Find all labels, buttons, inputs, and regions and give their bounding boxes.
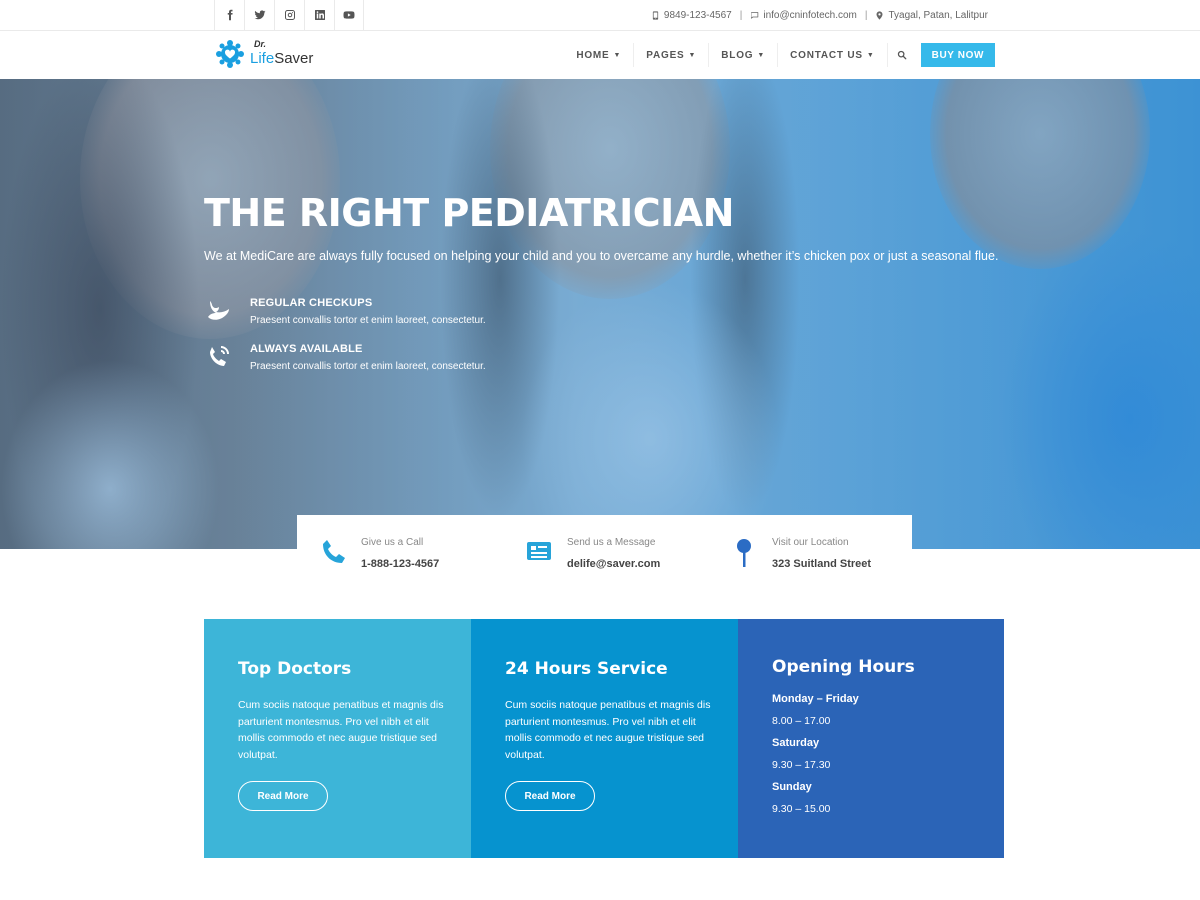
logo-dr: Dr. [254,39,267,49]
facebook-icon[interactable] [214,0,244,30]
message-icon [527,542,551,560]
site-logo[interactable]: Dr. LifeSaver [215,39,328,69]
top-address: Tyagal, Patan, Lalitpur [875,10,988,21]
box-title: Top Doctors [238,659,352,679]
twitter-icon[interactable] [244,0,274,30]
phone-ring-icon [210,346,229,366]
feature-regular-checkups: REGULAR CHECKUPS Praesent convallis tort… [204,297,486,326]
phone-icon [652,10,659,20]
checkup-icon [208,301,229,320]
logo-name: LifeSaver [250,50,313,67]
message-label: Send us a Message [567,537,656,548]
nav-home[interactable]: HOME ▼ [564,43,633,67]
logo-name-part2: Saver [274,50,314,67]
box-text: Cum sociis natoque penatibus et magnis d… [238,699,444,761]
chevron-down-icon: ▼ [757,51,766,59]
nav-blog-label: BLOG [721,49,754,61]
hero-content: THE RIGHT PEDIATRICIAN We at MediCare ar… [204,191,1004,372]
nav-blog[interactable]: BLOG ▼ [708,43,777,67]
logo-mark-icon [216,40,244,68]
logo-name-part1: Life [250,50,275,67]
chevron-down-icon: ▼ [613,51,622,59]
feature-always-available: ALWAYS AVAILABLE Praesent convallis tort… [204,343,486,372]
nav-home-label: HOME [576,49,610,61]
logo-text: Dr. LifeSaver [248,39,328,69]
divider: | [864,9,868,21]
top-phone[interactable]: 9849-123-4567 [651,10,732,21]
message-value: delife@saver.com [567,558,661,570]
hours-time: 9.30 – 17.30 [772,759,831,771]
top-bar: 9849-123-4567 | info@cninfotech.com | Ty… [0,0,1200,31]
youtube-icon[interactable] [334,0,364,30]
call-value: 1-888-123-4567 [361,558,440,570]
search-button[interactable] [886,43,917,67]
feature-title: ALWAYS AVAILABLE [250,343,363,355]
contact-strip: Give us a Call 1-888-123-4567 Send us a … [297,515,912,585]
feature-text: Praesent convallis tortor et enim laoree… [250,361,486,372]
hours-day: Monday – Friday [772,693,859,705]
instagram-icon[interactable] [274,0,304,30]
feature-title: REGULAR CHECKUPS [250,297,373,309]
service-box: 24 Hours Service Cum sociis natoque pena… [471,619,738,858]
social-links [214,0,364,30]
nav-contact[interactable]: CONTACT US ▼ [777,43,887,67]
contact-message[interactable]: Send us a Message delife@saver.com [525,515,715,585]
divider: | [739,9,743,21]
box-title: Opening Hours [772,657,915,677]
location-label: Visit our Location [772,537,849,548]
nav-pages-label: PAGES [646,49,685,61]
feature-body: REGULAR CHECKUPS Praesent convallis tort… [250,297,486,326]
hours-day: Sunday [772,781,812,793]
main-header: Dr. LifeSaver HOME ▼ PAGES ▼ BLOG ▼ CONTACT… [0,31,1200,79]
box-text: Cum sociis natoque penatibus et magnis d… [505,699,711,761]
phone-icon [323,540,345,563]
nav-contact-label: CONTACT US [790,49,863,61]
contact-call[interactable]: Give us a Call 1-888-123-4567 [319,515,509,585]
map-pin-icon [737,539,751,567]
feature-text: Praesent convallis tortor et enim laoree… [250,315,486,326]
feature-body: ALWAYS AVAILABLE Praesent convallis tort… [250,343,486,372]
read-more-button[interactable]: Read More [238,781,328,811]
top-email-text: info@cninfotech.com [763,9,857,21]
read-more-button[interactable]: Read More [505,781,595,811]
hero-title: THE RIGHT PEDIATRICIAN [204,191,734,235]
map-pin-icon [876,10,883,20]
call-label: Give us a Call [361,537,424,548]
hero-banner: THE RIGHT PEDIATRICIAN We at MediCare ar… [0,79,1200,549]
chat-icon [751,11,759,19]
hours-time: 8.00 – 17.00 [772,715,831,727]
search-icon [897,50,907,60]
hero-subtitle: We at MediCare are always fully focused … [204,249,999,263]
opening-hours-list: Monday – Friday 8.00 – 17.00 Saturday 9.… [772,693,859,825]
contact-location[interactable]: Visit our Location 323 Suitland Street [735,515,905,585]
top-contact-info: 9849-123-4567 | info@cninfotech.com | Ty… [651,0,988,30]
chevron-down-icon: ▼ [866,51,875,59]
nav-pages[interactable]: PAGES ▼ [633,43,708,67]
top-address-text: Tyagal, Patan, Lalitpur [888,9,988,21]
box-title: 24 Hours Service [505,659,668,679]
main-nav: HOME ▼ PAGES ▼ BLOG ▼ CONTACT US ▼ BUY NOW [564,43,995,67]
hours-day: Saturday [772,737,820,749]
top-email[interactable]: info@cninfotech.com [750,10,857,21]
top-phone-text: 9849-123-4567 [663,9,732,21]
opening-hours-box: Opening Hours Monday – Friday 8.00 – 17.… [738,619,1004,858]
location-value: 323 Suitland Street [772,558,872,570]
top-doctors-box: Top Doctors Cum sociis natoque penatibus… [204,619,471,858]
buy-now-button[interactable]: BUY NOW [920,43,995,67]
chevron-down-icon: ▼ [688,51,697,59]
info-boxes: Top Doctors Cum sociis natoque penatibus… [204,619,1004,858]
hours-time: 9.30 – 15.00 [772,803,831,815]
hero-overlay [0,79,1200,549]
linkedin-icon[interactable] [304,0,334,30]
